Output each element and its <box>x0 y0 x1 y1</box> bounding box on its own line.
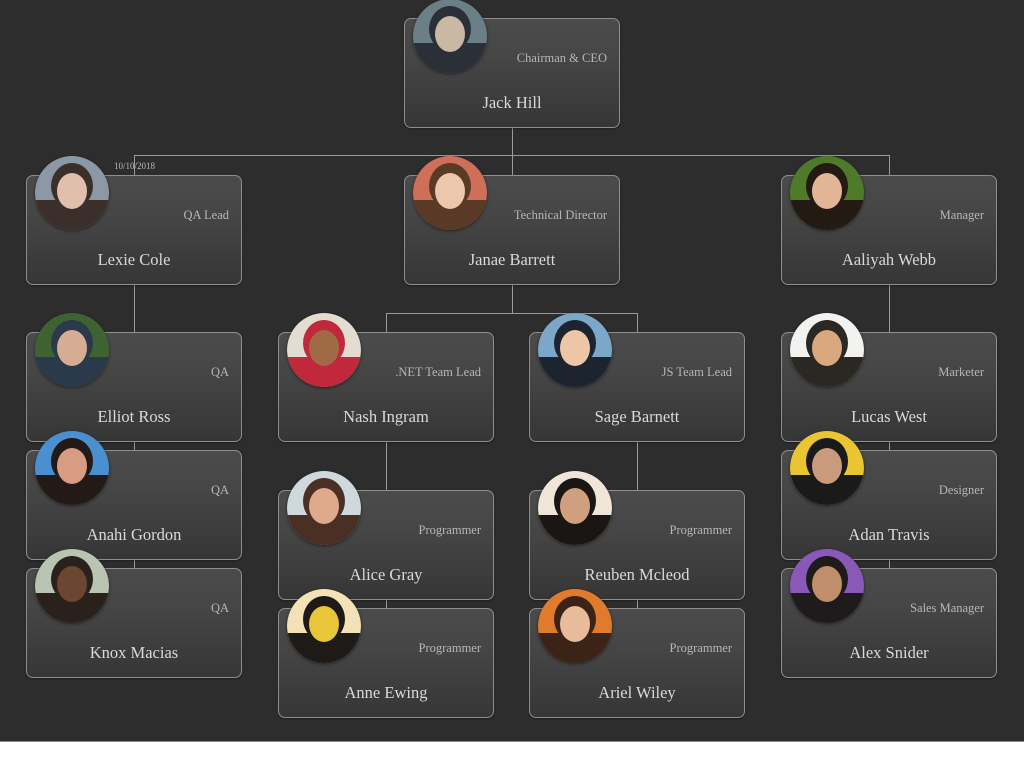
node-name: Alex Snider <box>849 643 929 662</box>
avatar-nash-ingram <box>287 313 361 387</box>
avatar-lucas-west <box>790 313 864 387</box>
connector-aaliyah-spine <box>889 285 890 333</box>
org-node-alex-snider[interactable]: Sales Manager Alex Snider <box>781 549 997 678</box>
connector-root-to-aaliyah <box>889 155 890 176</box>
connector-sage-spine <box>637 442 638 491</box>
node-title: .NET Team Lead <box>395 365 481 379</box>
node-title: Programmer <box>669 641 732 655</box>
node-name: Lucas West <box>851 407 927 426</box>
org-node-alice-gray[interactable]: Programmer Alice Gray <box>278 471 494 600</box>
node-name: Knox Macias <box>89 643 179 662</box>
org-node-lucas-west[interactable]: Marketer Lucas West <box>781 313 997 442</box>
avatar-anahi-gordon <box>35 431 109 505</box>
avatar-elliot-ross <box>35 313 109 387</box>
org-node-jack-hill[interactable]: Chairman & CEO Jack Hill <box>404 0 620 128</box>
avatar-knox-macias <box>35 549 109 623</box>
org-node-elliot-ross[interactable]: QA Elliot Ross <box>26 313 242 442</box>
connector-root-stem <box>512 128 513 155</box>
org-node-janae-barrett[interactable]: Technical Director Janae Barrett <box>404 156 620 285</box>
node-name: Sage Barnett <box>594 407 680 426</box>
avatar-adan-travis <box>790 431 864 505</box>
page-footer-area <box>0 743 1024 777</box>
avatar-aaliyah-webb <box>790 156 864 230</box>
node-name: Ariel Wiley <box>598 683 676 702</box>
node-name: Jack Hill <box>482 93 542 112</box>
avatar-janae-barrett <box>413 156 487 230</box>
connector-janae-stem <box>512 285 513 313</box>
node-title: Programmer <box>418 523 481 537</box>
node-title: Marketer <box>938 365 984 379</box>
node-name: Anne Ewing <box>344 683 428 702</box>
node-title: Chairman & CEO <box>516 51 607 65</box>
org-node-nash-ingram[interactable]: .NET Team Lead Nash Ingram <box>278 313 494 442</box>
node-title: Manager <box>939 208 984 222</box>
avatar-ariel-wiley <box>538 589 612 663</box>
avatar-anne-ewing <box>287 589 361 663</box>
org-node-aaliyah-webb[interactable]: Manager Aaliyah Webb <box>781 156 997 285</box>
node-title: QA <box>210 365 229 379</box>
node-name: Aaliyah Webb <box>841 250 937 269</box>
node-name: Alice Gray <box>349 565 423 584</box>
node-name: Janae Barrett <box>468 250 556 269</box>
node-name: Reuben Mcleod <box>584 565 690 584</box>
avatar-sage-barnett <box>538 313 612 387</box>
avatar-alex-snider <box>790 549 864 623</box>
node-name: Elliot Ross <box>97 407 171 426</box>
org-node-sage-barnett[interactable]: JS Team Lead Sage Barnett <box>529 313 745 442</box>
org-node-knox-macias[interactable]: QA Knox Macias <box>26 549 242 678</box>
node-name: Lexie Cole <box>97 250 171 269</box>
connector-lexie-spine <box>134 285 135 333</box>
node-name: Adan Travis <box>848 525 930 544</box>
node-title: Designer <box>938 483 984 497</box>
node-title: Technical Director <box>513 208 607 222</box>
node-title: Programmer <box>669 523 732 537</box>
org-node-reuben-mcleod[interactable]: Programmer Reuben Mcleod <box>529 471 745 600</box>
node-title: QA <box>210 483 229 497</box>
node-name: Nash Ingram <box>343 407 429 426</box>
node-title: Sales Manager <box>910 601 984 615</box>
connector-janae-bar <box>386 313 638 314</box>
node-name: Anahi Gordon <box>86 525 182 544</box>
avatar-reuben-mcleod <box>538 471 612 545</box>
node-title: QA Lead <box>183 208 229 222</box>
connector-janae-to-nash <box>386 313 387 333</box>
node-title: JS Team Lead <box>661 365 732 379</box>
connector-janae-to-sage <box>637 313 638 333</box>
org-node-ariel-wiley[interactable]: Programmer Ariel Wiley <box>529 589 745 718</box>
avatar-jack-hill <box>413 0 487 73</box>
node-title: QA <box>210 601 229 615</box>
org-node-anne-ewing[interactable]: Programmer Anne Ewing <box>278 589 494 718</box>
org-node-anahi-gordon[interactable]: QA Anahi Gordon <box>26 431 242 560</box>
avatar-alice-gray <box>287 471 361 545</box>
connector-nash-spine <box>386 442 387 491</box>
avatar-lexie-cole <box>35 156 109 230</box>
org-chart-canvas[interactable]: 10/10/2018 Chairman & CEO Jack Hill QA Lea… <box>0 0 1024 742</box>
connector-date-label: 10/10/2018 <box>114 161 156 171</box>
node-title: Programmer <box>418 641 481 655</box>
org-node-lexie-cole[interactable]: QA Lead Lexie Cole <box>26 156 242 285</box>
connector-root-to-janae <box>512 155 513 176</box>
org-node-adan-travis[interactable]: Designer Adan Travis <box>781 431 997 560</box>
